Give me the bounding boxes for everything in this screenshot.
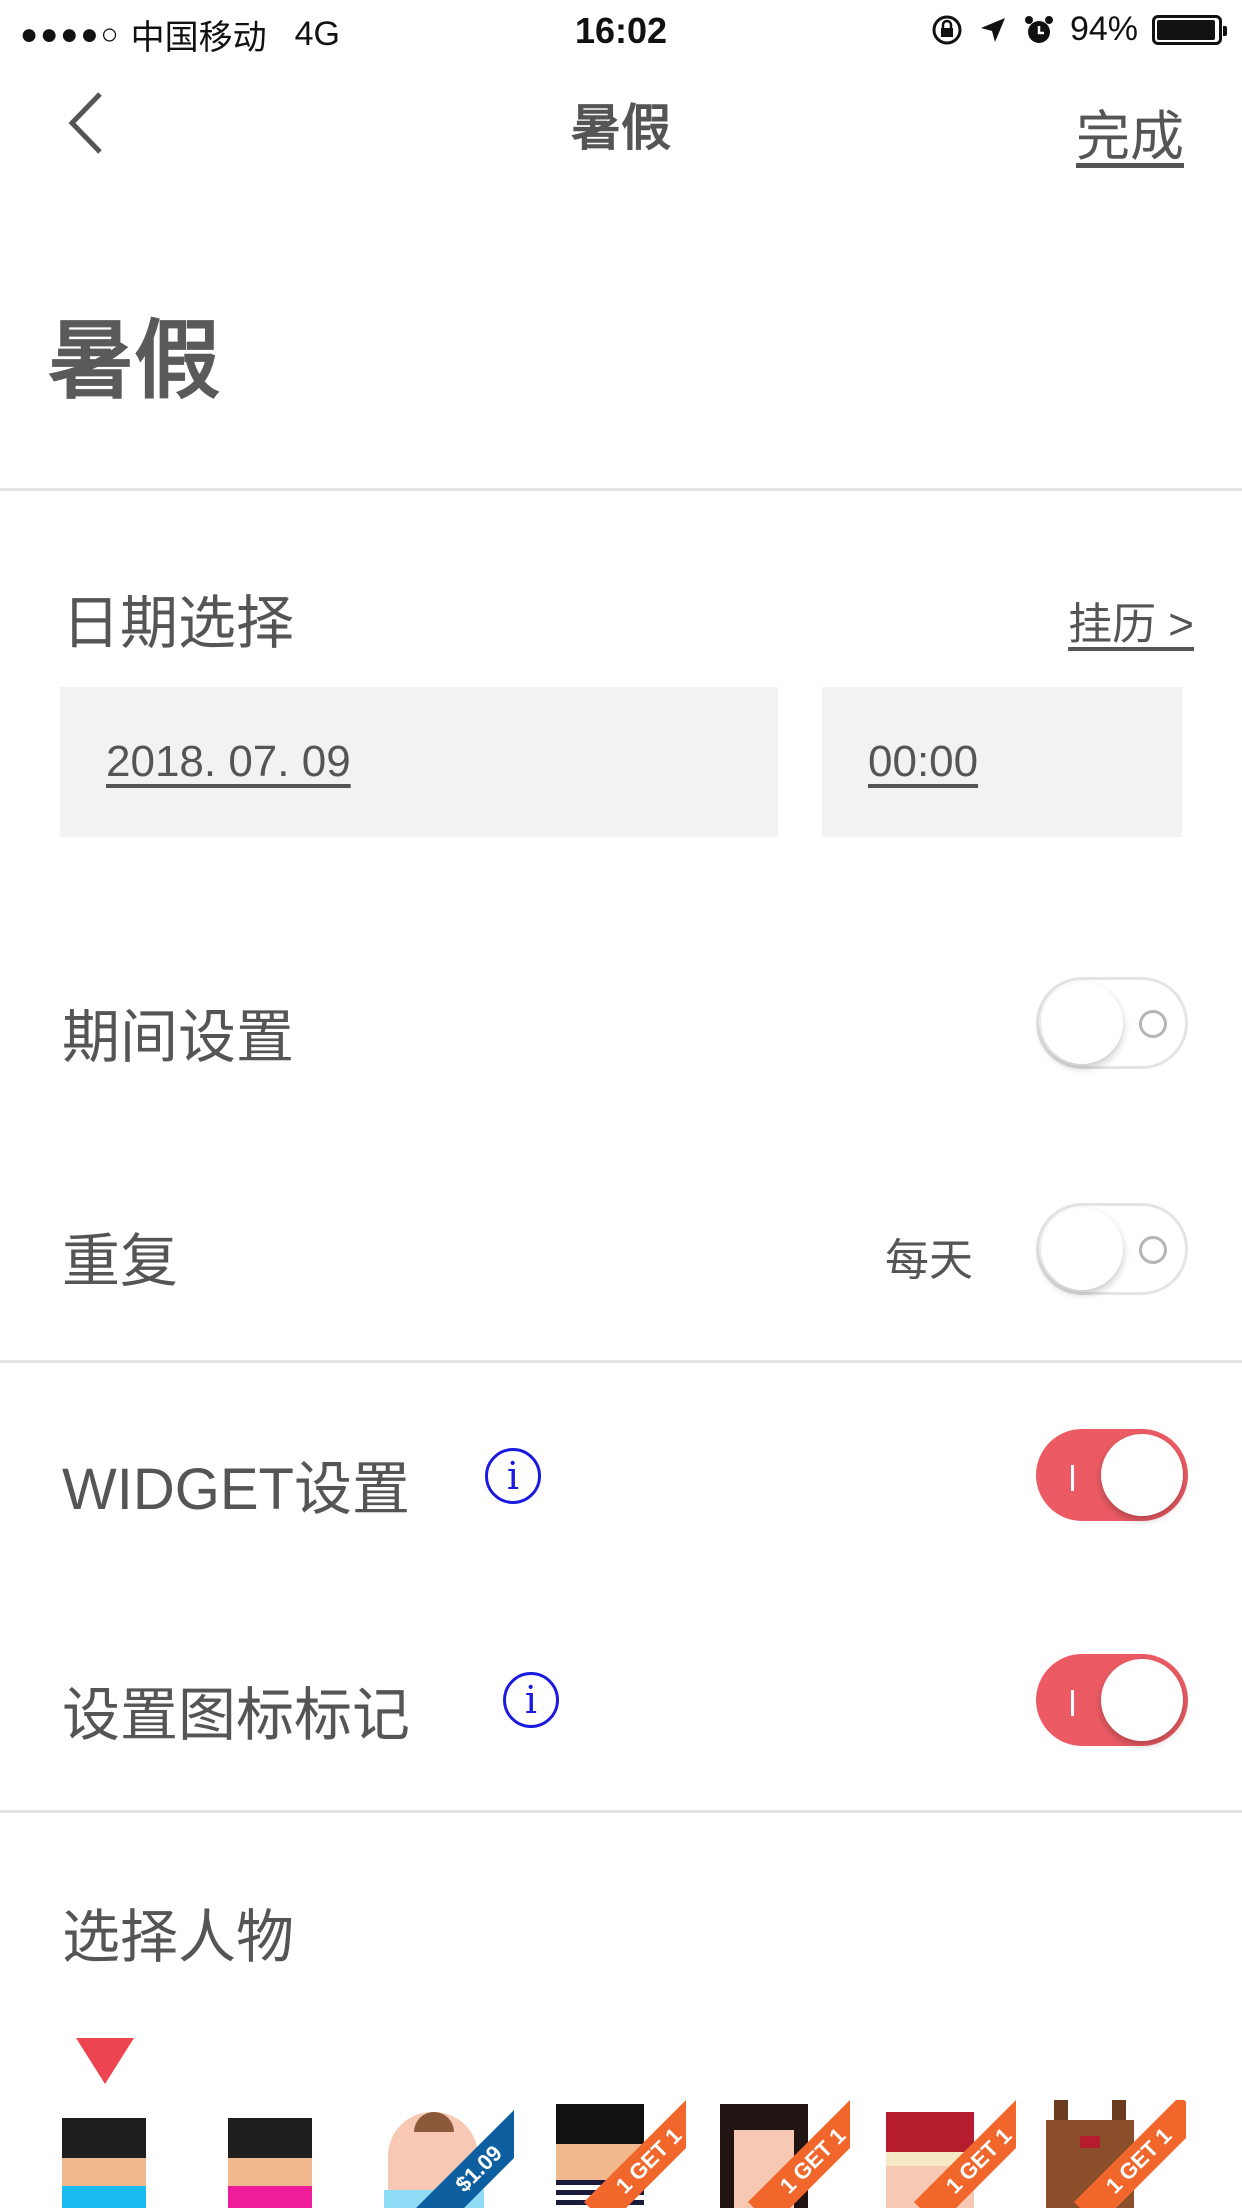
repeat-label: 重复 (62, 1229, 179, 1294)
repeat-value[interactable]: 每天 (885, 1224, 973, 1288)
toggle-knob (1101, 1659, 1183, 1741)
date-field[interactable]: 2018. 07. 09 (60, 687, 778, 837)
toggle-off-mark (1139, 1010, 1167, 1038)
selected-marker-icon (76, 2038, 134, 2084)
alarm-icon (1024, 15, 1053, 43)
calendar-link[interactable]: 挂历 > (1068, 588, 1194, 652)
badge-toggle[interactable] (1036, 1654, 1188, 1746)
location-arrow-icon (980, 17, 1005, 42)
time-value: 00:00 (868, 737, 979, 786)
battery-percent: 94% (1069, 10, 1138, 48)
toggle-knob (1041, 982, 1123, 1064)
status-bar: ●●●●○ 中国移动 4G 16:02 94% (0, 0, 1242, 62)
time-field[interactable]: 00:00 (822, 687, 1182, 837)
badge-setting-label: 设置图标标记 (62, 1683, 411, 1748)
character-option[interactable]: 1 GET 1 (886, 2100, 1016, 2208)
date-value: 2018. 07. 09 (106, 737, 351, 786)
toggle-knob (1101, 1434, 1183, 1516)
divider (0, 1360, 1242, 1363)
divider (0, 1810, 1242, 1813)
info-icon[interactable]: i (485, 1448, 541, 1504)
character-option[interactable]: $1.09 (384, 2100, 514, 2208)
toggle-on-mark (1071, 1465, 1074, 1491)
period-toggle[interactable] (1036, 977, 1188, 1069)
widget-toggle[interactable] (1036, 1429, 1188, 1521)
toggle-on-mark (1071, 1690, 1074, 1716)
character-option[interactable] (62, 2100, 158, 2208)
done-button[interactable]: 完成 (1076, 92, 1184, 171)
event-title[interactable]: 暑假 (48, 290, 220, 415)
character-option[interactable]: 1 GET 1 (1046, 2100, 1186, 2208)
toggle-knob (1041, 1208, 1123, 1290)
character-option[interactable]: 1 GET 1 (720, 2100, 850, 2208)
status-right: 94% (930, 10, 1227, 49)
character-section-label: 选择人物 (62, 1905, 295, 1970)
character-option[interactable]: 1 GET 1 (556, 2100, 686, 2208)
orientation-lock-icon (932, 15, 962, 44)
divider (0, 488, 1242, 491)
character-option[interactable] (228, 2100, 324, 2208)
nav-title: 暑假 (571, 100, 671, 156)
toggle-off-mark (1139, 1236, 1167, 1264)
info-icon[interactable]: i (503, 1672, 559, 1728)
battery-icon (1152, 14, 1227, 45)
date-section-label: 日期选择 (62, 591, 295, 656)
repeat-toggle[interactable] (1036, 1203, 1188, 1295)
period-setting-label: 期间设置 (62, 1005, 295, 1070)
widget-setting-label: WIDGET设置 (62, 1457, 410, 1522)
